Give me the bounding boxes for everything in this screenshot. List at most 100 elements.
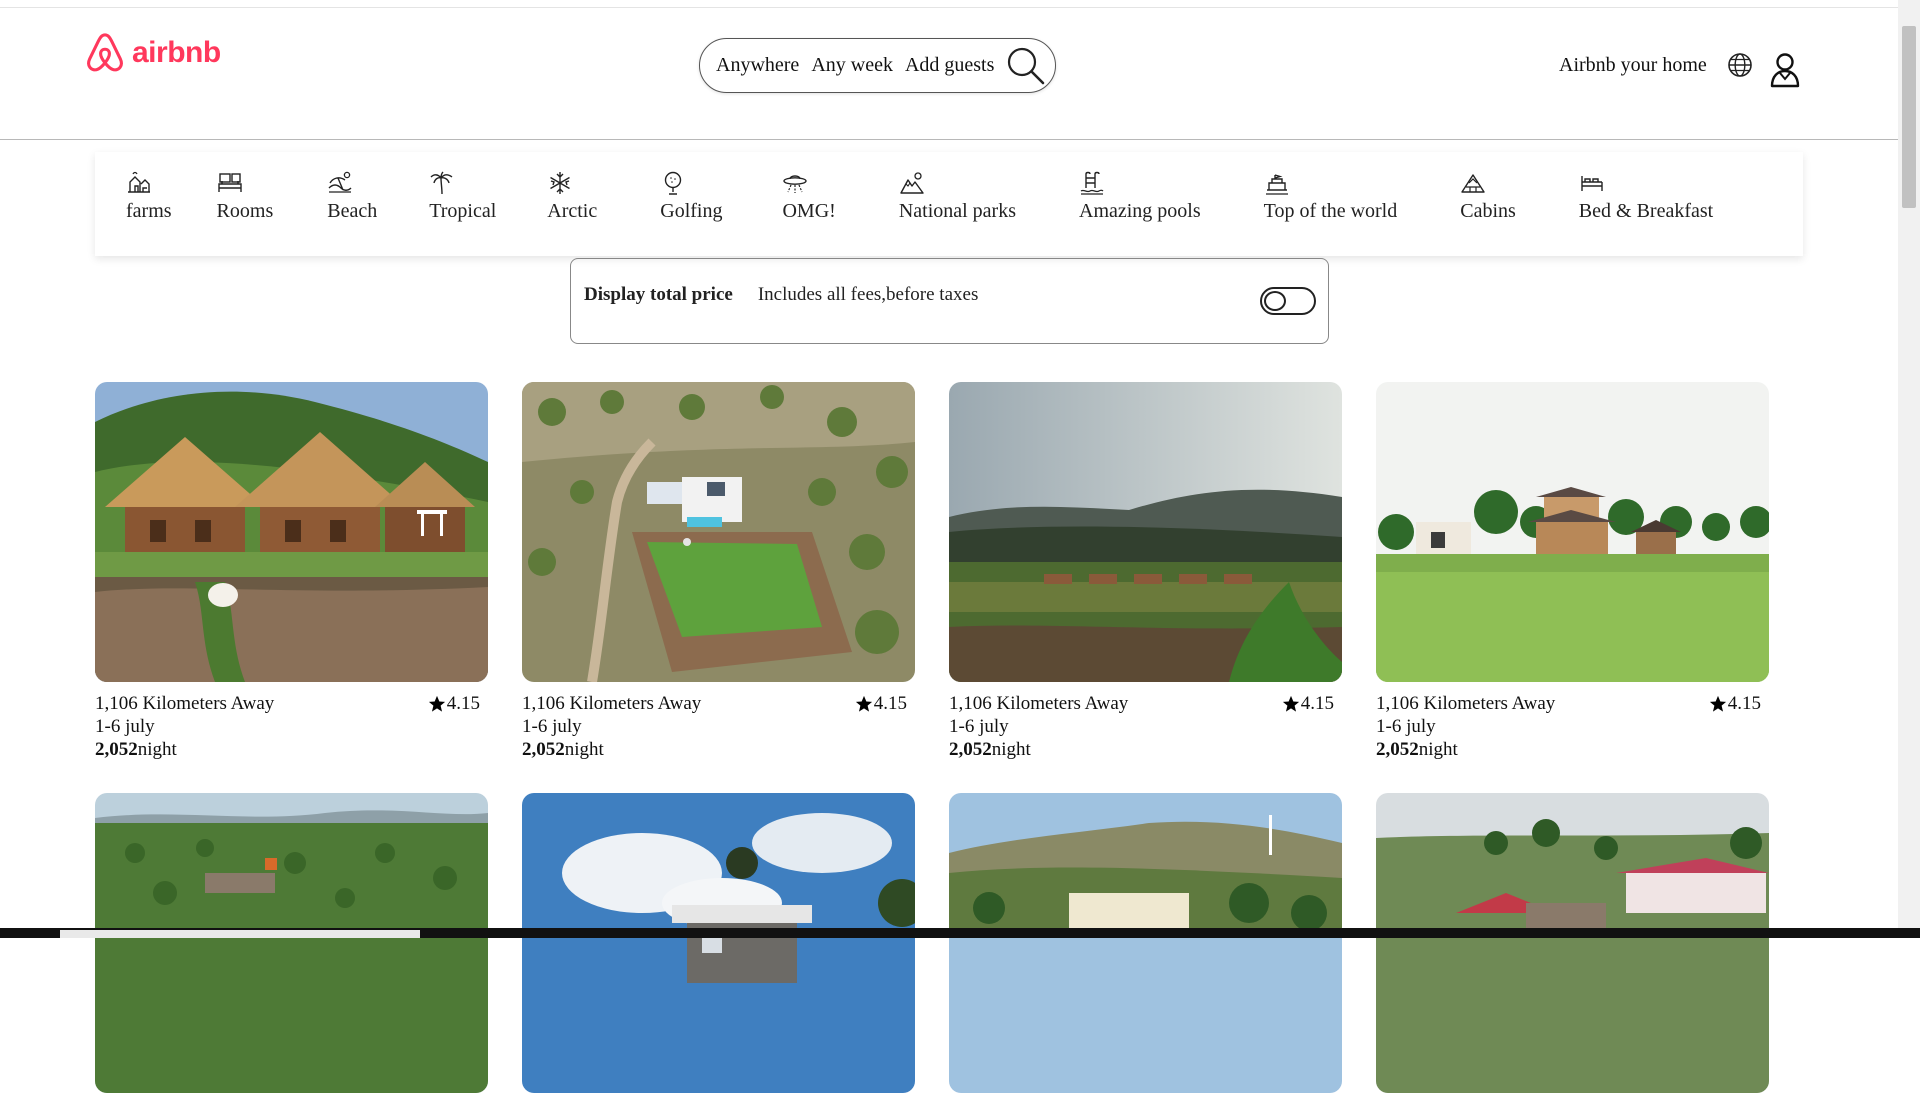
search-add-guests[interactable]: Add guests — [905, 54, 994, 77]
listing-grid: 1,106 Kilometers Away 1-6 july 2,052nigh… — [95, 382, 1775, 1093]
host-link[interactable]: Airbnb your home — [1559, 54, 1707, 77]
price-amount: 2,052 — [1376, 739, 1419, 760]
listing-photo[interactable] — [95, 382, 488, 682]
listing-dates: 1-6 july — [1376, 716, 1436, 737]
taskbar-item[interactable] — [60, 930, 420, 938]
category-label: Top of the world — [1263, 200, 1398, 222]
category-label: Golfing — [660, 200, 723, 222]
listing-info: 1,106 Kilometers Away 1-6 july 2,052nigh… — [1376, 692, 1769, 761]
star-icon — [428, 695, 445, 712]
header-right-nav: Airbnb your home — [1559, 42, 1801, 88]
total-price-subtitle: Includes all fees,before taxes — [757, 284, 979, 305]
airbnb-logo[interactable]: airbnb — [84, 31, 221, 75]
listing-card[interactable] — [95, 793, 488, 1093]
ufo-icon — [782, 170, 808, 196]
listing-card[interactable]: 1,106 Kilometers Away 1-6 july 2,052nigh… — [949, 382, 1342, 761]
category-label: farms — [126, 200, 172, 222]
category-omg[interactable]: OMG! — [782, 170, 836, 223]
listing-photo[interactable] — [1376, 382, 1769, 682]
star-icon — [855, 695, 872, 712]
listing-photo[interactable] — [522, 793, 915, 1093]
category-beach[interactable]: Beach — [327, 170, 377, 223]
star-icon — [1709, 695, 1726, 712]
category-label: Rooms — [216, 200, 274, 222]
category-farms[interactable]: farms — [126, 170, 172, 223]
search-icon — [1008, 47, 1045, 84]
category-label: Cabins — [1460, 200, 1516, 222]
mountain-icon — [899, 170, 925, 196]
listing-price: 2,052night — [95, 738, 488, 761]
category-rooms[interactable]: Rooms — [216, 170, 274, 223]
search-anywhere[interactable]: Anywhere — [716, 54, 799, 77]
price-amount: 2,052 — [949, 739, 992, 760]
beach-icon — [327, 170, 353, 196]
search-any-week[interactable]: Any week — [811, 54, 893, 77]
category-label: Bed & Breakfast — [1578, 200, 1714, 222]
listing-photo[interactable] — [522, 382, 915, 682]
listing-rating: 4.15 — [428, 692, 480, 715]
total-price-toggle[interactable] — [1260, 287, 1316, 315]
category-golfing[interactable]: Golfing — [660, 170, 722, 223]
listing-dates: 1-6 july — [949, 716, 1009, 737]
category-national-parks[interactable]: National parks — [899, 170, 1016, 223]
golf-icon — [660, 170, 686, 196]
category-label: Beach — [327, 200, 378, 222]
farm-icon — [126, 170, 152, 196]
taskbar-strip — [0, 928, 1920, 938]
listing-rating: 4.15 — [855, 692, 907, 715]
category-label: Tropical — [429, 200, 497, 222]
top-border — [0, 7, 1898, 8]
total-price-panel: Display total price Includes all fees,be… — [570, 258, 1329, 344]
category-tropical[interactable]: Tropical — [429, 170, 496, 223]
category-label: OMG! — [782, 200, 836, 222]
listing-card[interactable] — [522, 793, 915, 1093]
brand-name: airbnb — [132, 36, 221, 69]
price-unit: night — [137, 739, 177, 760]
listing-price: 2,052night — [522, 738, 915, 761]
listing-info: 1,106 Kilometers Away 1-6 july 2,052nigh… — [522, 692, 915, 761]
rating-value: 4.15 — [873, 693, 907, 714]
price-unit: night — [991, 739, 1031, 760]
user-icon[interactable] — [1769, 52, 1801, 88]
globe-icon[interactable] — [1727, 52, 1753, 78]
listing-dates: 1-6 july — [95, 716, 155, 737]
price-unit: night — [564, 739, 604, 760]
palm-tree-icon — [429, 170, 455, 196]
category-arctic[interactable]: Arctic — [547, 170, 597, 223]
listing-info: 1,106 Kilometers Away 1-6 july 2,052nigh… — [949, 692, 1342, 761]
listing-price: 2,052night — [1376, 738, 1769, 761]
listing-info: 1,106 Kilometers Away 1-6 july 2,052nigh… — [95, 692, 488, 761]
category-top-of-the-world[interactable]: Top of the world — [1263, 170, 1398, 223]
price-amount: 2,052 — [522, 739, 565, 760]
listing-rating: 4.15 — [1282, 692, 1334, 715]
listing-price: 2,052night — [949, 738, 1342, 761]
snowflake-icon — [547, 170, 573, 196]
category-label: Amazing pools — [1079, 200, 1201, 222]
listing-photo[interactable] — [949, 793, 1342, 1093]
listing-photo[interactable] — [1376, 793, 1769, 1093]
price-unit: night — [1418, 739, 1458, 760]
listing-photo[interactable] — [949, 382, 1342, 682]
search-bar[interactable]: Anywhere Any week Add guests — [699, 38, 1056, 93]
listing-card[interactable] — [949, 793, 1342, 1093]
scrollbar-thumb[interactable] — [1902, 26, 1916, 208]
listing-card[interactable] — [1376, 793, 1769, 1093]
total-price-title: Display total price — [584, 284, 733, 305]
listing-photo[interactable] — [95, 793, 488, 1093]
rooms-icon — [217, 170, 243, 196]
listing-card[interactable]: 1,106 Kilometers Away 1-6 july 2,052nigh… — [1376, 382, 1769, 761]
rating-value: 4.15 — [446, 693, 480, 714]
category-bed-and-breakfast[interactable]: Bed & Breakfast — [1579, 170, 1713, 223]
category-cabins[interactable]: Cabins — [1460, 170, 1516, 223]
listing-dates: 1-6 july — [522, 716, 582, 737]
summit-icon — [1264, 170, 1290, 196]
cabin-icon — [1460, 170, 1486, 196]
listing-card[interactable]: 1,106 Kilometers Away 1-6 july 2,052nigh… — [95, 382, 488, 761]
listing-rating: 4.15 — [1709, 692, 1761, 715]
category-amazing-pools[interactable]: Amazing pools — [1079, 170, 1201, 223]
category-bar: farms Rooms Beach Tropical Arctic Golfin… — [95, 152, 1803, 256]
category-label: National parks — [898, 200, 1016, 222]
category-label: Arctic — [547, 200, 598, 222]
search-button[interactable] — [1006, 46, 1046, 86]
listing-card[interactable]: 1,106 Kilometers Away 1-6 july 2,052nigh… — [522, 382, 915, 761]
